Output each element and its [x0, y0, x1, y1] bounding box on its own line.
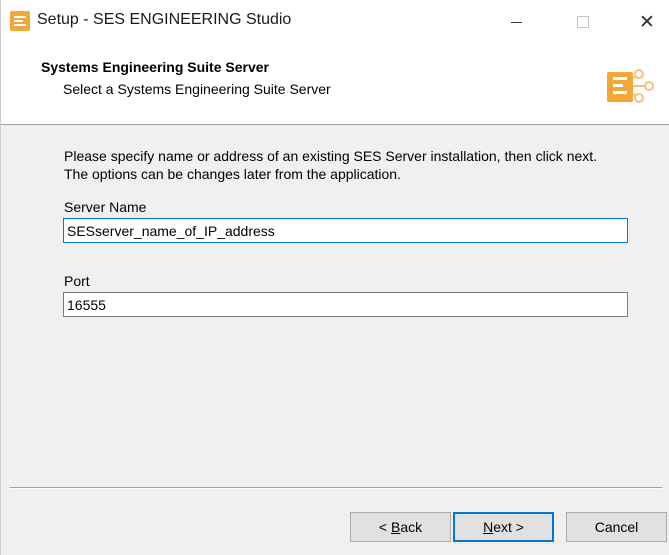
back-button-accel: B — [390, 519, 401, 535]
minimize-button[interactable] — [493, 0, 539, 44]
back-button-prefix: < — [378, 519, 391, 535]
page-subtitle: Select a Systems Engineering Suite Serve… — [63, 81, 331, 97]
cancel-button[interactable]: Cancel — [566, 512, 667, 542]
wizard-header: Systems Engineering Suite Server Select … — [1, 44, 669, 125]
port-label: Port — [64, 273, 90, 289]
instructions-text: Please specify name or address of an exi… — [64, 148, 598, 182]
setup-window: Setup - SES ENGINEERING Studio ✕ Systems… — [0, 0, 669, 555]
next-button[interactable]: Next > — [453, 512, 554, 542]
next-button-accel: N — [483, 519, 494, 535]
maximize-icon — [577, 16, 589, 28]
maximize-button[interactable] — [560, 0, 606, 44]
back-button[interactable]: < Back — [350, 512, 451, 542]
next-button-rest: ext > — [493, 519, 524, 535]
back-button-rest: ack — [400, 519, 423, 535]
app-icon — [10, 11, 30, 31]
minimize-icon — [510, 21, 522, 23]
title-bar[interactable]: Setup - SES ENGINEERING Studio ✕ — [1, 0, 669, 44]
window-title: Setup - SES ENGINEERING Studio — [37, 11, 292, 28]
server-name-label: Server Name — [64, 199, 147, 215]
close-icon: ✕ — [639, 11, 655, 33]
wizard-body: Please specify name or address of an exi… — [1, 125, 669, 487]
ses-logo-icon — [607, 69, 654, 103]
footer-separator — [10, 487, 662, 489]
close-button[interactable]: ✕ — [624, 0, 669, 44]
page-title: Systems Engineering Suite Server — [41, 59, 269, 75]
port-input[interactable] — [63, 292, 628, 317]
server-name-input[interactable] — [63, 218, 628, 243]
